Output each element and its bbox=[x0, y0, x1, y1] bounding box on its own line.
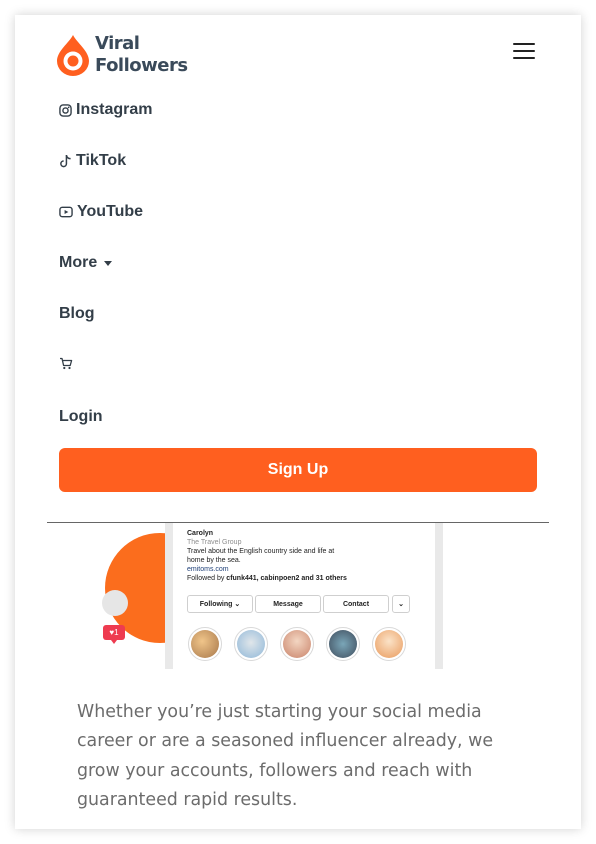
nav-item-more[interactable]: More bbox=[59, 254, 113, 272]
sign-up-button[interactable]: Sign Up bbox=[59, 448, 537, 492]
profile-name: Carolyn bbox=[187, 530, 214, 537]
phone-mockup: Carolyn The Travel Group Travel about th… bbox=[165, 523, 443, 669]
profile-bio-line1: Travel about the English country side an… bbox=[187, 548, 335, 555]
profile-following-button: Following ⌄ bbox=[187, 595, 253, 613]
heart-notification-badge: ♥ 1 bbox=[103, 625, 125, 644]
followed-names: cfunk441, cabinpoen2 and 31 others bbox=[226, 575, 347, 582]
profile-more-button: ⌄ bbox=[392, 595, 410, 613]
brand-name: Viral Followers bbox=[95, 33, 188, 77]
story-highlight bbox=[326, 627, 360, 661]
notification-count: 1 bbox=[114, 628, 119, 637]
nav-item-instagram[interactable]: Instagram bbox=[59, 101, 152, 119]
profile-contact-button: Contact bbox=[323, 595, 389, 613]
profile-bio-line2: home by the sea. bbox=[187, 557, 241, 564]
profile-message-button: Message bbox=[255, 595, 321, 613]
story-highlight bbox=[280, 627, 314, 661]
cart-icon bbox=[60, 357, 73, 370]
instagram-icon bbox=[59, 103, 72, 117]
followed-prefix: Followed by bbox=[187, 575, 227, 582]
profile-category: The Travel Group bbox=[187, 539, 242, 546]
decorative-grey-dot bbox=[102, 590, 128, 616]
brand-name-line1: Viral bbox=[95, 33, 140, 54]
nav-label-youtube: YouTube bbox=[77, 203, 144, 220]
nav-item-blog[interactable]: Blog bbox=[59, 305, 95, 323]
story-highlight bbox=[372, 627, 406, 661]
story-highlight bbox=[234, 627, 268, 661]
brand-logo[interactable]: Viral Followers bbox=[55, 33, 188, 77]
nav-label-instagram: Instagram bbox=[76, 101, 153, 118]
nav-label-tiktok: TikTok bbox=[76, 152, 127, 169]
nav-item-youtube[interactable]: YouTube bbox=[59, 203, 143, 221]
hero-illustration: ♥ 1 Carolyn The Travel Group Travel about… bbox=[55, 523, 455, 669]
flame-logo-icon bbox=[57, 35, 89, 76]
brand-name-line2: Followers bbox=[95, 55, 188, 76]
profile-info: Carolyn The Travel Group Travel about th… bbox=[187, 529, 347, 583]
youtube-icon bbox=[59, 206, 73, 218]
profile-followed-by: Followed by cfunk441, cabinpoen2 and 31 … bbox=[187, 574, 347, 583]
nav-label-blog: Blog bbox=[59, 305, 95, 322]
profile-link: emitoms.com bbox=[187, 566, 229, 573]
nav-label-login: Login bbox=[59, 408, 103, 425]
sign-up-label: Sign Up bbox=[267, 461, 329, 478]
hamburger-menu-icon[interactable] bbox=[513, 43, 535, 61]
nav-item-tiktok[interactable]: TikTok bbox=[59, 152, 126, 170]
nav-item-cart[interactable] bbox=[59, 357, 77, 370]
nav-item-login[interactable]: Login bbox=[59, 408, 103, 426]
caret-down-icon bbox=[104, 260, 113, 266]
nav-label-more: More bbox=[59, 254, 98, 271]
tiktok-icon bbox=[60, 154, 71, 168]
story-highlight bbox=[188, 627, 222, 661]
intro-paragraph: Whether you’re just starting your social… bbox=[77, 702, 494, 810]
page-frame: Viral Followers Instagram TikTok YouTube… bbox=[15, 15, 581, 829]
